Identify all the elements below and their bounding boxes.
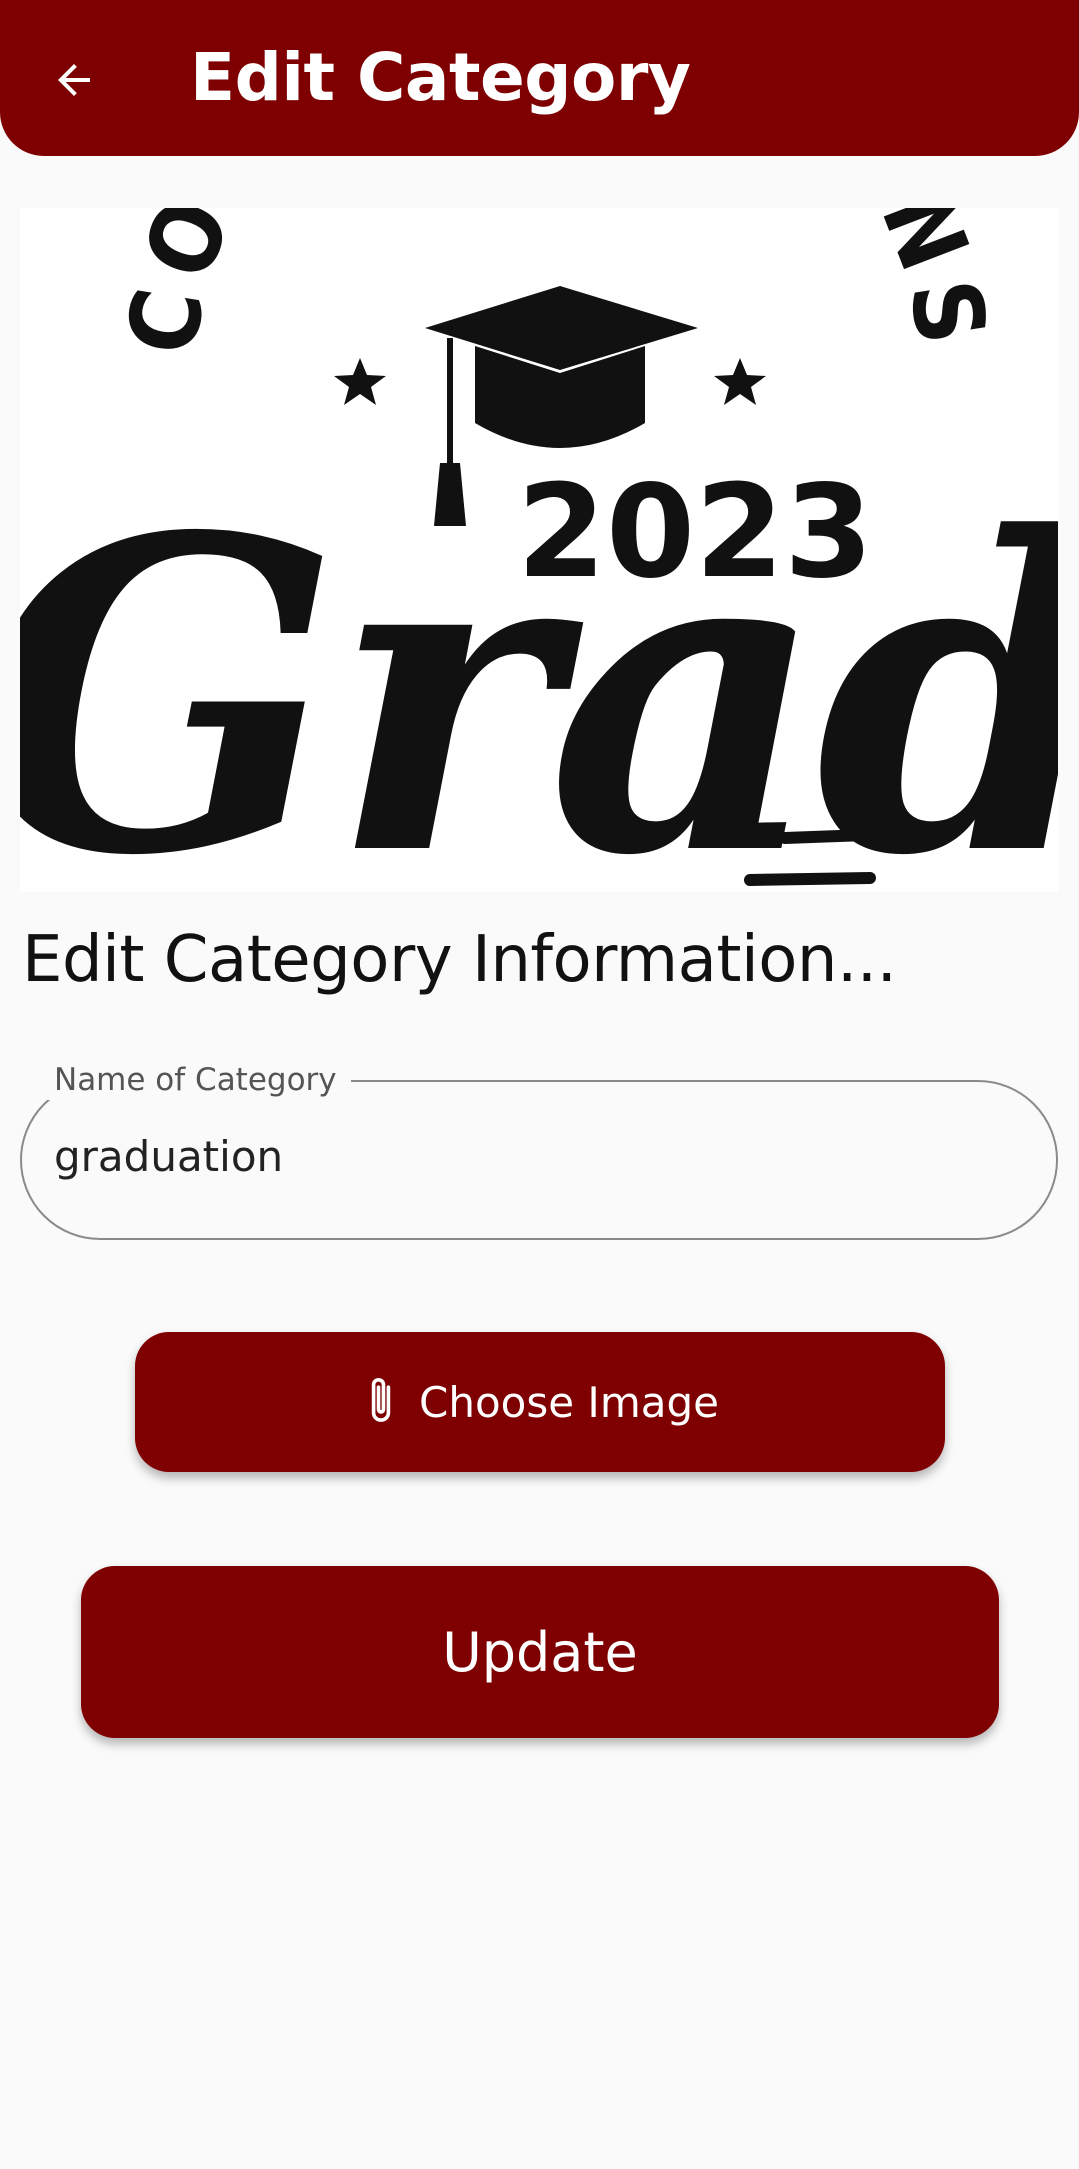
arrow-left-icon — [58, 64, 90, 96]
paperclip-icon — [371, 1378, 391, 1422]
star-right — [714, 358, 766, 405]
app-bar: Edit Category — [0, 0, 1079, 156]
page-title: Edit Category — [190, 39, 691, 116]
star-left — [334, 358, 386, 405]
back-button[interactable] — [34, 40, 114, 120]
category-name-label: Name of Category — [40, 1060, 351, 1100]
category-name-input[interactable]: graduation — [54, 1122, 1014, 1192]
choose-image-button[interactable]: Choose Image — [135, 1332, 945, 1472]
section-heading: Edit Category Information... — [22, 923, 897, 997]
grad-text: Grad — [20, 445, 1058, 892]
grad-2023-graphic: CONGRATULATIONS 2023 Grad — [20, 208, 1058, 892]
choose-image-label: Choose Image — [419, 1377, 719, 1427]
update-label: Update — [442, 1620, 638, 1684]
category-image: CONGRATULATIONS 2023 Grad — [20, 208, 1058, 892]
update-button[interactable]: Update — [81, 1566, 999, 1738]
